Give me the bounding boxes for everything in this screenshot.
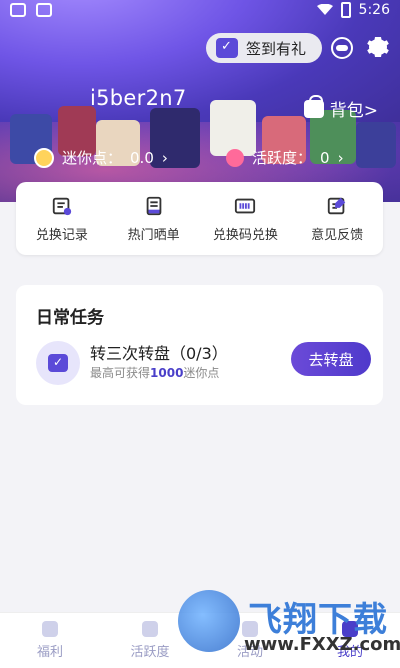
daily-tasks-card: 日常任务 转三次转盘（0/3） 最高可获得1000迷你点 去转盘 [16,285,383,405]
shortcuts-bar: 兑换记录 热门晒单 兑换码兑换 意见反馈 [16,182,383,255]
mini-points-value: 0.0 [130,148,154,167]
activity-value: 0 [320,148,330,167]
profile-header: 5:26 签到有礼 i5ber2n7 背包> 迷你点： 0.0 › 活跃度： 0 [0,0,400,202]
shortcut-label: 兑换码兑换 [212,227,278,243]
code-icon [235,198,256,213]
task-title: 转三次转盘（0/3） [90,344,228,363]
feedback-icon [327,197,346,214]
image-icon [36,3,52,17]
mini-points[interactable]: 迷你点： 0.0 › [34,147,168,168]
watermark: 飞翔下载 www.FXXZ.com [178,590,400,662]
battery-icon [340,2,351,18]
avatar-face-icon[interactable] [330,36,354,60]
nav-tab-welfare[interactable]: 福利 [0,613,100,668]
status-time: 5:26 [358,2,390,18]
nav-label: 福利 [36,645,63,660]
hot-share-icon [146,196,161,215]
backpack-link[interactable]: 背包> [303,94,378,121]
go-wheel-button[interactable]: 去转盘 [291,342,371,376]
activity-label: 活跃度： [252,149,313,167]
task-subtitle-suffix: 迷你点 [183,366,220,380]
daily-tasks-title: 日常任务 [36,308,104,328]
signin-label: 签到有礼 [246,39,307,58]
shortcut-exchange-record[interactable]: 兑换记录 [16,182,108,255]
backpack-icon [303,94,324,118]
signin-reward-button[interactable]: 签到有礼 [206,33,322,63]
task-reward-amount: 1000 [150,366,184,380]
watermark-url: www.FXXZ.com [244,634,400,655]
shortcut-feedback[interactable]: 意见反馈 [291,182,383,255]
home-icon [42,621,58,637]
calendar-check-icon [48,354,68,372]
shortcut-label: 兑换记录 [35,227,88,243]
wifi-icon [316,4,333,15]
nav-label: 活跃度 [130,645,170,660]
coin-icon [34,147,54,168]
task-icon [36,341,80,385]
chevron-right-icon: › [161,148,168,167]
task-subtitle-prefix: 最高可获得 [90,366,151,380]
record-icon [52,197,72,215]
username: i5ber2n7 [90,86,187,110]
calendar-check-icon [216,38,238,58]
watermark-logo-icon [178,590,240,652]
shortcut-label: 热门晒单 [127,227,180,243]
chevron-right-icon: › [337,148,344,167]
notification-icon [10,3,26,17]
shortcut-label: 意见反馈 [311,227,364,243]
shortcut-code-exchange[interactable]: 兑换码兑换 [200,182,292,255]
mini-points-label: 迷你点： [62,149,123,167]
shortcut-hot-share[interactable]: 热门晒单 [108,182,200,255]
status-bar: 5:26 [0,0,400,24]
game-characters-illustration [0,76,400,186]
task-subtitle: 最高可获得1000迷你点 [90,364,219,381]
settings-gear-icon[interactable] [366,35,390,59]
flame-icon [142,621,158,637]
flame-icon [226,148,244,167]
activity-points[interactable]: 活跃度： 0 › [226,147,344,168]
backpack-label: 背包> [329,101,378,121]
